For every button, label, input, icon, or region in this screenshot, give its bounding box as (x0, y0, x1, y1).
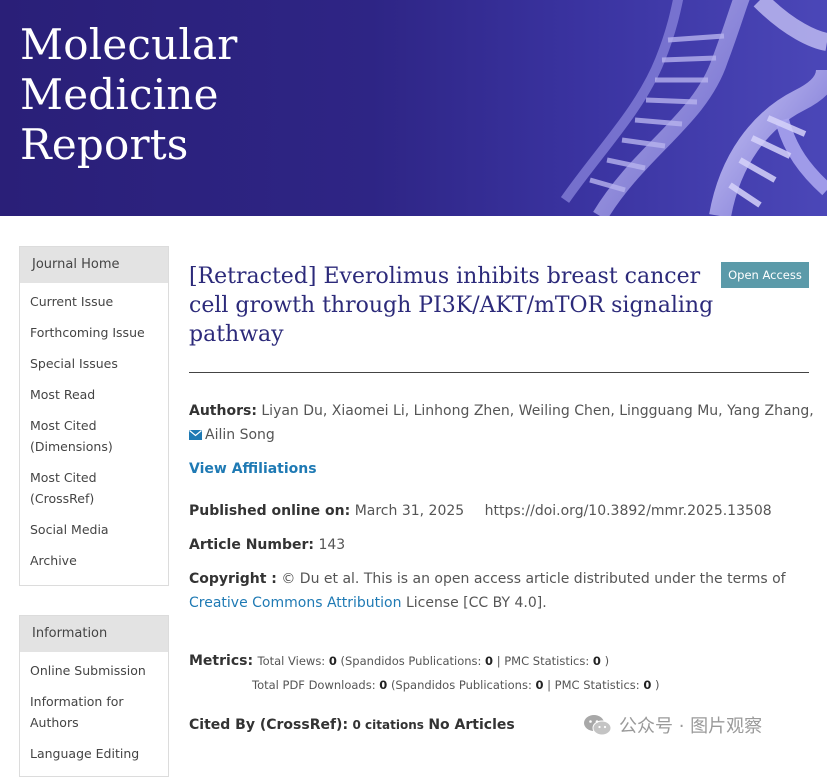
copyright-label: Copyright : (189, 571, 277, 587)
pmc-views-label: | PMC Statistics: (496, 654, 590, 668)
published-date: March 31, 2025 (354, 503, 465, 519)
doi-link[interactable]: https://doi.org/10.3892/mmr.2025.13508 (485, 503, 772, 519)
journal-home-list: Current Issue Forthcoming Issue Special … (20, 283, 168, 585)
spandidos-views-label: (Spandidos Publications: (340, 654, 482, 668)
journal-title-line-1: Molecular (20, 20, 238, 69)
journal-title-line-3: Reports (20, 120, 189, 169)
total-views-label: Total Views: (257, 654, 326, 668)
watermark-text: 公众号 · 图片观察 (619, 716, 763, 737)
pmc-pdf-label: | PMC Statistics: (547, 678, 640, 692)
sidebar-item-archive[interactable]: Archive (20, 550, 168, 571)
published-row: Published online on: March 31, 2025 http… (189, 499, 814, 523)
pmc-views-value: 0 (592, 654, 601, 668)
authors-row: Authors: Liyan Du, Xiaomei Li, Linhong Z… (189, 399, 814, 447)
corresponding-author[interactable]: Ailin Song (205, 427, 275, 443)
sidebar-item-forthcoming-issue[interactable]: Forthcoming Issue (20, 322, 168, 343)
metrics-row: Metrics: Total Views: 0 (Spandidos Publi… (189, 649, 814, 673)
journal-header-banner: Molecular Medicine Reports (0, 0, 827, 216)
sidebar-item-language-editing[interactable]: Language Editing (20, 743, 168, 764)
sidebar-item-most-cited-dimensions[interactable]: Most Cited (Dimensions) (20, 415, 168, 457)
information-menu: Information Online Submission Informatio… (19, 615, 169, 777)
total-pdf-downloads: Total PDF Downloads: 0 (Spandidos Public… (252, 678, 660, 692)
pmc-pdf-value: 0 (643, 678, 652, 692)
journal-title-line-2: Medicine (20, 70, 219, 119)
total-views: Total Views: 0 (Spandidos Publications: … (258, 654, 610, 668)
views-close-paren: ) (604, 654, 610, 668)
open-access-badge: Open Access (721, 262, 809, 288)
pdf-downloads-row: Total PDF Downloads: 0 (Spandidos Public… (252, 673, 812, 697)
sidebar-item-online-submission[interactable]: Online Submission (20, 660, 168, 681)
no-articles-text: No Articles (428, 717, 515, 733)
wechat-watermark: 公众号 · 图片观察 (583, 710, 762, 740)
license-link[interactable]: Creative Commons Attribution (189, 595, 401, 611)
article-number-label: Article Number: (189, 537, 314, 553)
title-divider (189, 372, 809, 373)
view-affiliations-row: View Affiliations (189, 457, 814, 481)
spandidos-pdf-label: (Spandidos Publications: (390, 678, 532, 692)
sidebar-item-current-issue[interactable]: Current Issue (20, 291, 168, 312)
sidebar-item-most-cited-crossref[interactable]: Most Cited (CrossRef) (20, 467, 168, 509)
wechat-icon (584, 715, 612, 736)
spandidos-pdf-value: 0 (535, 678, 544, 692)
article-number-row: Article Number: 143 (189, 533, 814, 557)
journal-home-heading[interactable]: Journal Home (20, 247, 168, 283)
article-title: [Retracted] Everolimus inhibits breast c… (189, 264, 714, 347)
citations-count: 0 citations (352, 718, 424, 732)
published-label: Published online on: (189, 503, 351, 519)
pdf-downloads-label: Total PDF Downloads: (252, 678, 376, 692)
sidebar-item-information-for-authors[interactable]: Information for Authors (20, 691, 168, 733)
journal-title[interactable]: Molecular Medicine Reports (20, 20, 238, 170)
information-heading[interactable]: Information (20, 616, 168, 652)
sidebar-item-social-media[interactable]: Social Media (20, 519, 168, 540)
pdf-downloads-value: 0 (379, 678, 388, 692)
view-affiliations-link[interactable]: View Affiliations (189, 461, 317, 477)
copyright-text: © Du et al. This is an open access artic… (281, 571, 786, 587)
information-list: Online Submission Information for Author… (20, 652, 168, 778)
authors-list[interactable]: Liyan Du, Xiaomei Li, Linhong Zhen, Weil… (261, 403, 813, 419)
journal-home-menu: Journal Home Current Issue Forthcoming I… (19, 246, 169, 586)
cited-by-label: Cited By (CrossRef): (189, 717, 349, 733)
mail-icon[interactable] (189, 430, 202, 440)
metrics-label: Metrics: (189, 653, 254, 669)
sidebar-item-special-issues[interactable]: Special Issues (20, 353, 168, 374)
copyright-row: Copyright : © Du et al. This is an open … (189, 567, 814, 615)
article-number: 143 (318, 537, 346, 553)
spandidos-views-value: 0 (485, 654, 494, 668)
license-suffix: License [CC BY 4.0]. (405, 595, 547, 611)
pdf-close-paren: ) (655, 678, 660, 692)
sidebar-item-most-read[interactable]: Most Read (20, 384, 168, 405)
authors-label: Authors: (189, 403, 257, 419)
total-views-value: 0 (328, 654, 337, 668)
